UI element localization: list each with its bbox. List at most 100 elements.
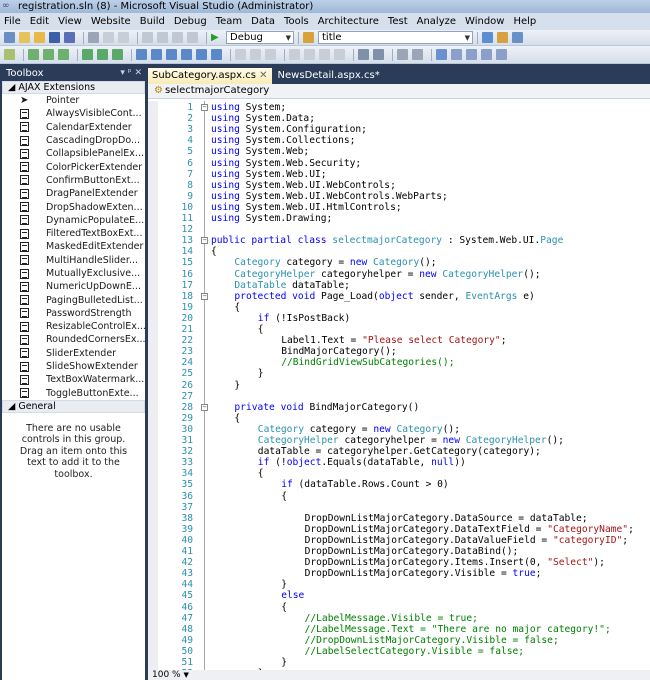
toolbox-item[interactable]: MutuallyExclusive...: [2, 267, 145, 280]
save-all-icon[interactable]: [64, 32, 75, 43]
toolbox-item[interactable]: CalendarExtender: [2, 121, 145, 134]
format-icon[interactable]: [304, 49, 315, 60]
find-in-files-icon[interactable]: [303, 32, 314, 43]
navigate-backward-icon[interactable]: [172, 32, 183, 43]
toolbox-item[interactable]: RoundedCornersEx...: [2, 333, 145, 346]
menu-tools[interactable]: Tools: [284, 16, 309, 27]
toolbox-item[interactable]: ColorPickerExtender: [2, 160, 145, 173]
menu-website[interactable]: Website: [91, 16, 131, 27]
bookmark-icon[interactable]: [481, 49, 492, 60]
type-navigation-dropdown[interactable]: ⚙ selectmajorCategory: [148, 84, 650, 99]
layout-icon[interactable]: [166, 49, 177, 60]
chevron-down-icon[interactable]: ▼: [183, 671, 188, 679]
toolbox-item-label: ColorPickerExtender: [46, 161, 143, 173]
menu-architecture[interactable]: Architecture: [318, 16, 379, 27]
layout-icon[interactable]: [151, 49, 162, 60]
cut-icon[interactable]: [88, 32, 99, 43]
toolbox-item[interactable]: ConfirmButtonExt...: [2, 174, 145, 187]
toolbox-item[interactable]: CascadingDropDo...: [2, 134, 145, 147]
menu-edit[interactable]: Edit: [30, 16, 49, 27]
toolbox-item[interactable]: ➤ Pointer: [2, 94, 145, 107]
step-icon[interactable]: [58, 49, 69, 60]
layout-icon[interactable]: [181, 49, 192, 60]
object-browser-icon[interactable]: [512, 32, 523, 43]
collapse-icon[interactable]: −: [201, 292, 208, 300]
web-icon[interactable]: [112, 49, 123, 60]
toolbox-item[interactable]: TextBoxWatermark...: [2, 373, 145, 386]
solution-explorer-icon[interactable]: [482, 32, 493, 43]
outdent-icon[interactable]: [373, 49, 384, 60]
add-item-icon[interactable]: [19, 32, 30, 43]
collapse-icon[interactable]: −: [201, 104, 208, 111]
toolbox-item[interactable]: NumericUpDownE...: [2, 280, 145, 293]
solution-configuration-select[interactable]: Debug ▼: [226, 31, 294, 44]
menu-debug[interactable]: Debug: [174, 16, 207, 27]
paste-icon[interactable]: [118, 32, 129, 43]
toolbox-item[interactable]: SlideShowExtender: [2, 360, 145, 373]
save-icon[interactable]: [49, 32, 60, 43]
find-combo[interactable]: title ▼: [318, 31, 473, 44]
collapse-icon[interactable]: −: [201, 403, 208, 411]
bookmark-icon[interactable]: [451, 49, 462, 60]
menu-test[interactable]: Test: [388, 16, 408, 27]
menu-analyze[interactable]: Analyze: [417, 16, 456, 27]
toolbar-icon[interactable]: [4, 49, 15, 60]
toolbox-item[interactable]: FilteredTextBoxExt...: [2, 227, 145, 240]
menu-view[interactable]: View: [58, 16, 82, 27]
toolbox-item[interactable]: MultiHandleSlider...: [2, 254, 145, 267]
step-icon[interactable]: [43, 49, 54, 60]
toolbox-item[interactable]: CollapsiblePanelEx...: [2, 147, 145, 160]
format-icon[interactable]: [235, 49, 246, 60]
toolbox-item[interactable]: PasswordStrength: [2, 307, 145, 320]
format-icon[interactable]: [265, 49, 276, 60]
toolbox-window-controls[interactable]: ▾ ᵖ ✕: [120, 66, 142, 81]
new-project-icon[interactable]: [4, 32, 15, 43]
toolbox-item[interactable]: DropShadowExten...: [2, 200, 145, 213]
bookmark-icon[interactable]: [436, 49, 447, 60]
menu-data[interactable]: Data: [251, 16, 275, 27]
start-debugging-icon[interactable]: ▶: [211, 32, 222, 43]
properties-icon[interactable]: [497, 32, 508, 43]
toolbox-item[interactable]: MaskedEditExtender: [2, 240, 145, 253]
bookmark-icon[interactable]: [466, 49, 477, 60]
toolbox-item[interactable]: DynamicPopulateE...: [2, 214, 145, 227]
tab-subcategory[interactable]: SubCategory.aspx.cs ✕: [148, 68, 272, 84]
toolbox-item[interactable]: ResizableControlEx...: [2, 320, 145, 333]
menu-team[interactable]: Team: [216, 16, 242, 27]
format-icon[interactable]: [334, 49, 345, 60]
toolbox-item[interactable]: ToggleButtonExte...: [2, 387, 145, 400]
tab-newsdetail[interactable]: NewsDetail.aspx.cs*: [274, 68, 384, 84]
collapse-icon[interactable]: −: [201, 237, 208, 245]
layout-icon[interactable]: [211, 49, 222, 60]
format-icon[interactable]: [250, 49, 261, 60]
bookmark-icon[interactable]: [496, 49, 507, 60]
toolbox-group-header[interactable]: ◢ AJAX Extensions: [2, 81, 145, 94]
format-icon[interactable]: [319, 49, 330, 60]
toolbox-item[interactable]: AlwaysVisibleCont...: [2, 107, 145, 120]
menu-build[interactable]: Build: [140, 16, 165, 27]
uncomment-icon[interactable]: [412, 49, 423, 60]
code-area[interactable]: 1− using System; 2 using System.Data; 3 using…: [148, 101, 650, 670]
toolbox-item[interactable]: PagingBulletedList...: [2, 293, 145, 306]
copy-icon[interactable]: [103, 32, 114, 43]
web-icon[interactable]: [82, 49, 93, 60]
indent-icon[interactable]: [358, 49, 369, 60]
toolbox-item[interactable]: DragPanelExtender: [2, 187, 145, 200]
undo-icon[interactable]: [142, 32, 153, 43]
layout-icon[interactable]: [136, 49, 147, 60]
toolbox-group-header[interactable]: ◢ General: [2, 399, 145, 413]
step-icon[interactable]: [28, 49, 39, 60]
comment-icon[interactable]: [397, 49, 408, 60]
layout-icon[interactable]: [196, 49, 207, 60]
menu-window[interactable]: Window: [465, 16, 504, 27]
toolbox-item[interactable]: SliderExtender: [2, 347, 145, 360]
open-file-icon[interactable]: [34, 32, 45, 43]
format-icon[interactable]: [289, 49, 300, 60]
navigate-forward-icon[interactable]: [187, 32, 198, 43]
redo-icon[interactable]: [157, 32, 168, 43]
web-icon[interactable]: [97, 49, 108, 60]
menu-file[interactable]: File: [4, 16, 21, 27]
menu-help[interactable]: Help: [513, 16, 536, 27]
close-tab-icon[interactable]: ✕: [259, 70, 267, 81]
zoom-level[interactable]: 100 %: [152, 670, 181, 680]
